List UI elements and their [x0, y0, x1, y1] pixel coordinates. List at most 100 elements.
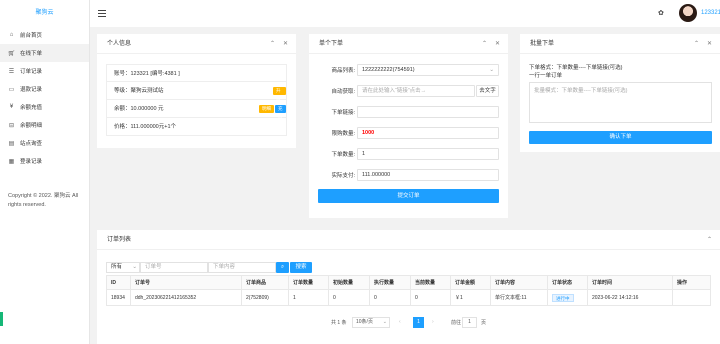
column-header[interactable]: 订单内容 [490, 275, 548, 290]
batch-textarea[interactable]: 批量模式：下单数量----下单链接(可选) [529, 82, 712, 123]
balance-row: 余额：10.000000 元 明细 充值 [106, 100, 287, 119]
sidebar-item-recharge[interactable]: ¥ 余额充值 [0, 98, 89, 116]
personal-info-header: 个人信息 ⌃ ✕ [97, 34, 296, 54]
chevron-down-icon: ⌄ [132, 264, 137, 270]
avatar[interactable] [679, 4, 697, 22]
single-order-header: 单个下单 ⌃ ✕ [309, 34, 508, 54]
balance-detail-badge[interactable]: 明细 [259, 105, 274, 113]
product-row: 商品列表: 1222222222(754591) ⌄ [309, 64, 500, 76]
menu-toggle-icon[interactable] [98, 10, 106, 17]
collapse-icon[interactable]: ⌃ [270, 41, 275, 47]
site-query-icon: ▤ [8, 140, 15, 147]
auto-fetch-input[interactable]: 请在此处输入“链接”点击→ [357, 85, 475, 97]
column-header[interactable]: 订单金额 [450, 275, 491, 290]
order-qty-row: 下单数量: 1 [309, 148, 500, 160]
login-record-icon: ▦ [8, 158, 15, 165]
prev-page-icon[interactable]: ‹ [399, 319, 401, 325]
home-icon: ⌂ [9, 32, 14, 38]
collapse-icon[interactable]: ⌃ [482, 41, 487, 47]
single-order-card: 单个下单 ⌃ ✕ 商品列表: 1222222222(754591) ⌄ 自动获取: … [309, 34, 508, 218]
sidebar-item-balance-detail[interactable]: ⊟ 余额明细 [0, 116, 89, 134]
close-icon[interactable]: ✕ [283, 41, 288, 47]
price-row: 价格：111.000000元+1个 [106, 118, 287, 136]
sidebar-item-site-query[interactable]: ▤ 站点询查 [0, 134, 89, 152]
cart-icon: 🛒︎ [7, 50, 16, 57]
goto-page-input[interactable]: 1 [462, 317, 477, 328]
batch-order-header: 批量下单 ⌃ ✕ [520, 34, 720, 54]
chevron-down-icon: ⌄ [382, 319, 387, 325]
pagination: 共 1 条 10条/页 ⌄ ‹ 1 › 前往 1 页 [331, 317, 491, 328]
status-badge: 进行中 [552, 293, 574, 302]
product-select[interactable]: 1222222222(754591) ⌄ [357, 64, 499, 76]
total-count: 共 1 条 [331, 320, 347, 326]
sidebar-item-order-records[interactable]: ☰ 订单记录 [0, 62, 89, 80]
limit-qty-field: 1000 [357, 127, 499, 139]
upgrade-badge[interactable]: 升级 [273, 87, 286, 101]
content-input[interactable]: 下单内容 [208, 262, 276, 273]
limit-qty-row: 限购数量: 1000 [309, 127, 500, 139]
column-header[interactable]: 订单商品 [241, 275, 289, 290]
sidebar: 聚狗云 ⌂ 前台首页 🛒︎ 在线下单 ☰ 订单记录 ▭ 退款记录 ¥ 余额充值 ⊟ 余额明细… [0, 0, 90, 344]
personal-info-card: 个人信息 ⌃ ✕ 账号：123321 [编号:4381 ] 等级：聚狗云测试站 升… [97, 34, 296, 148]
order-list-header: 订单列表 ⌃ [97, 230, 720, 250]
card-title: 批量下单 [530, 41, 555, 47]
sidebar-item-login-records[interactable]: ▦ 登录记录 [0, 152, 89, 170]
link-input[interactable] [357, 106, 499, 118]
column-header[interactable]: 初始数量 [328, 275, 370, 290]
close-icon[interactable]: ✕ [707, 41, 712, 47]
batch-hint-1: 下单格式：下单数量----下单链接(可选) [529, 65, 623, 71]
yen-icon: ¥ [9, 104, 14, 110]
link-row: 下单链接: [309, 106, 500, 118]
side-tab[interactable] [0, 312, 3, 326]
recharge-badge[interactable]: 充值 [275, 105, 286, 119]
copyright: Copyright © 2022. 聚狗云 All rights reserve… [8, 193, 79, 208]
collapse-icon[interactable]: ⌃ [707, 237, 712, 243]
current-page[interactable]: 1 [413, 317, 424, 328]
column-header[interactable]: 订单状态 [547, 275, 588, 290]
auto-fetch-row: 自动获取: 请在此处输入“链接”点击→ 去文字 [309, 85, 500, 97]
page-size-select[interactable]: 10条/页 ⌄ [352, 317, 390, 328]
table-row: 18934 ddh_20230622141216535​2 2(752809) … [106, 289, 711, 306]
column-header[interactable]: 订单时间 [587, 275, 673, 290]
fetch-text-button[interactable]: 去文字 [476, 85, 499, 97]
order-no-input[interactable]: 订单号 [140, 262, 208, 273]
pay-field: 111.000000 [357, 169, 499, 181]
column-header[interactable]: 操作 [672, 275, 711, 290]
page-unit-label: 页 [481, 320, 487, 326]
sidebar-item-online-order[interactable]: 🛒︎ 在线下单 [0, 44, 89, 62]
balance-detail-icon: ⊟ [8, 122, 15, 129]
filter-select[interactable]: 所有 ⌄ [106, 262, 140, 273]
orders-table: ID 订单号 订单商品 订单数量 初始数量 执行数量 当前数量 订单金额 订单内… [106, 275, 711, 306]
column-header[interactable]: 执行数量 [369, 275, 411, 290]
sidebar-item-refund-records[interactable]: ▭ 退款记录 [0, 80, 89, 98]
column-header[interactable]: 订单号 [130, 275, 242, 290]
goto-label: 前往 [451, 320, 462, 326]
search-button[interactable]: 搜索 [290, 262, 312, 273]
search-icon: ⌕ [280, 264, 285, 270]
card-title: 单个下单 [319, 41, 344, 47]
column-header[interactable]: 订单数量 [288, 275, 329, 290]
next-page-icon[interactable]: › [432, 319, 434, 325]
search-icon-button[interactable]: ⌕ [276, 262, 289, 273]
chevron-down-icon: ⌄ [489, 67, 494, 73]
card-title: 订单列表 [107, 237, 132, 243]
close-icon[interactable]: ✕ [495, 41, 500, 47]
user-name[interactable]: 123321 [701, 10, 720, 16]
column-header[interactable]: ID [106, 275, 131, 290]
sidebar-item-home[interactable]: ⌂ 前台首页 [0, 26, 89, 44]
app-logo[interactable]: 聚狗云 [0, 0, 89, 26]
order-qty-input[interactable]: 1 [357, 148, 499, 160]
palette-icon[interactable]: ✿ [658, 9, 664, 17]
table-header-row: ID 订单号 订单商品 订单数量 初始数量 执行数量 当前数量 订单金额 订单内… [106, 275, 711, 290]
collapse-icon[interactable]: ⌃ [694, 41, 699, 47]
list-icon: ☰ [8, 68, 15, 75]
account-row: 账号：123321 [编号:4381 ] [106, 64, 287, 82]
confirm-order-button[interactable]: 确认下单 [529, 131, 712, 144]
batch-order-card: 批量下单 ⌃ ✕ 下单格式：下单数量----下单链接(可选) 一行一单订单 批量模… [520, 34, 720, 152]
level-row: 等级：聚狗云测试站 升级 [106, 82, 287, 101]
submit-order-button[interactable]: 提交订单 [318, 189, 499, 203]
column-header[interactable]: 当前数量 [410, 275, 451, 290]
card-title: 个人信息 [107, 41, 132, 47]
refund-icon: ▭ [8, 86, 15, 93]
batch-hint-2: 一行一单订单 [529, 73, 563, 79]
